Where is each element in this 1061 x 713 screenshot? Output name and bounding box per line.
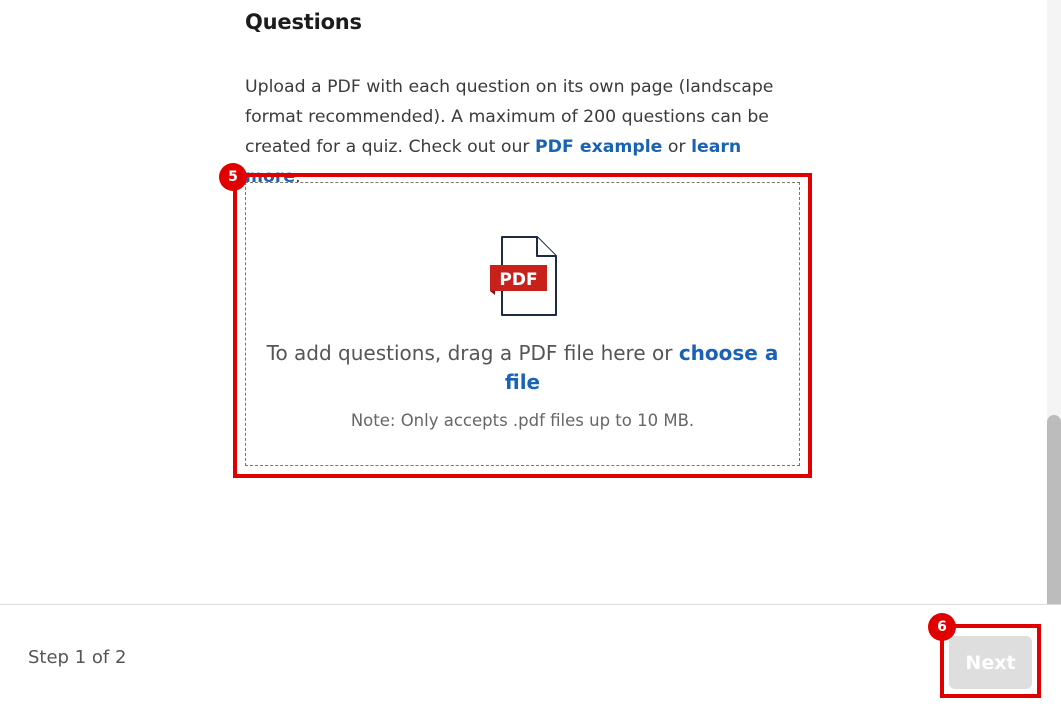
annotation-badge-6: 6 (928, 613, 956, 641)
scrollbar-thumb[interactable] (1047, 415, 1061, 604)
description-connector: or (662, 137, 692, 157)
annotation-box-next (940, 624, 1041, 698)
step-indicator: Step 1 of 2 (28, 647, 127, 668)
footer-bar: Step 1 of 2 Next (0, 604, 1061, 713)
section-title: Questions (245, 10, 362, 34)
pdf-example-link[interactable]: PDF example (535, 137, 662, 157)
annotation-badge-5: 5 (219, 163, 247, 191)
annotation-box-dropzone (233, 173, 812, 478)
